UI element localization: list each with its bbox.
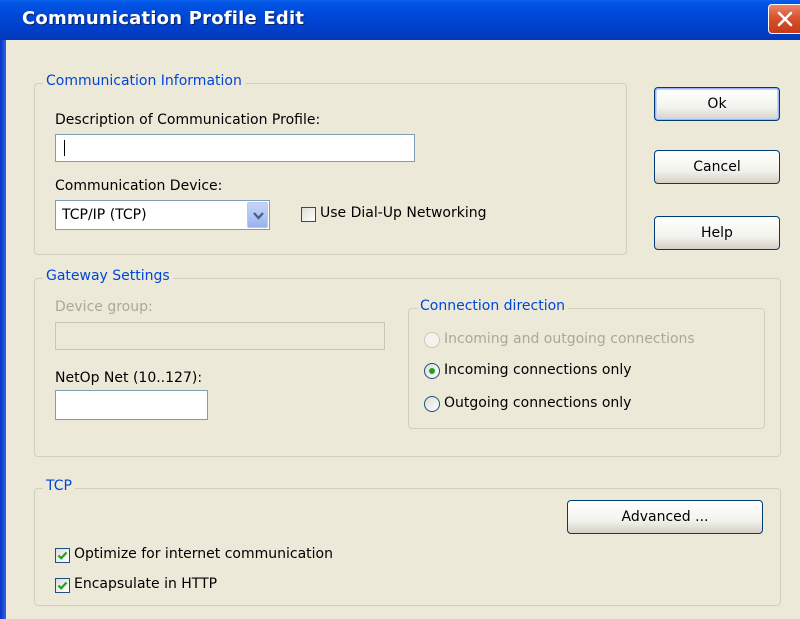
description-label: Description of Communication Profile:	[55, 112, 321, 128]
optimize-label[interactable]: Optimize for internet communication	[74, 546, 333, 562]
description-input[interactable]	[55, 134, 415, 162]
cancel-button[interactable]: Cancel	[654, 150, 780, 184]
use-dialup-checkbox-row[interactable]: Use Dial-Up Networking	[301, 205, 521, 225]
close-button[interactable]	[768, 4, 800, 34]
radio-label[interactable]: Incoming connections only	[444, 362, 632, 378]
communication-device-select[interactable]: TCP/IP (TCP)	[55, 200, 270, 230]
optimize-checkbox[interactable]	[55, 548, 70, 563]
encapsulate-checkbox-row[interactable]: Encapsulate in HTTP	[55, 576, 275, 596]
encapsulate-label[interactable]: Encapsulate in HTTP	[74, 576, 217, 592]
dropdown-button[interactable]	[247, 202, 268, 228]
advanced-button[interactable]: Advanced ...	[567, 500, 763, 534]
netop-net-label: NetOp Net (10..127):	[55, 370, 203, 386]
encapsulate-checkbox[interactable]	[55, 578, 70, 593]
radio-incoming-only[interactable]: Incoming connections only	[424, 362, 744, 381]
radio-button[interactable]	[424, 396, 440, 412]
radio-outgoing-only[interactable]: Outgoing connections only	[424, 395, 744, 414]
checkmark-icon	[57, 581, 68, 590]
help-button[interactable]: Help	[654, 216, 780, 250]
connection-direction-legend: Connection direction	[417, 298, 569, 314]
radio-button[interactable]	[424, 363, 440, 379]
netop-net-input[interactable]	[55, 390, 208, 420]
text-caret	[64, 140, 65, 156]
device-group-input	[55, 322, 385, 350]
communication-device-value: TCP/IP (TCP)	[62, 207, 147, 223]
radio-label: Incoming and outgoing connections	[444, 331, 695, 347]
use-dialup-label[interactable]: Use Dial-Up Networking	[320, 205, 486, 221]
device-group-label: Device group:	[55, 299, 153, 315]
use-dialup-checkbox[interactable]	[301, 207, 316, 222]
tcp-legend: TCP	[43, 478, 75, 494]
radio-incoming-outgoing: Incoming and outgoing connections	[424, 331, 744, 350]
title-bar[interactable]: Communication Profile Edit	[0, 0, 800, 40]
checkmark-icon	[57, 551, 68, 560]
communication-device-label: Communication Device:	[55, 178, 223, 194]
radio-button	[424, 332, 440, 348]
communication-information-legend: Communication Information	[43, 73, 245, 89]
close-icon	[777, 11, 793, 27]
chevron-down-icon	[253, 212, 264, 220]
window-title: Communication Profile Edit	[22, 8, 305, 29]
ok-button[interactable]: Ok	[654, 87, 780, 121]
radio-label[interactable]: Outgoing connections only	[444, 395, 631, 411]
radio-selected-dot	[429, 368, 435, 374]
window-frame-left	[0, 40, 6, 619]
optimize-checkbox-row[interactable]: Optimize for internet communication	[55, 546, 375, 566]
gateway-settings-legend: Gateway Settings	[43, 268, 173, 284]
